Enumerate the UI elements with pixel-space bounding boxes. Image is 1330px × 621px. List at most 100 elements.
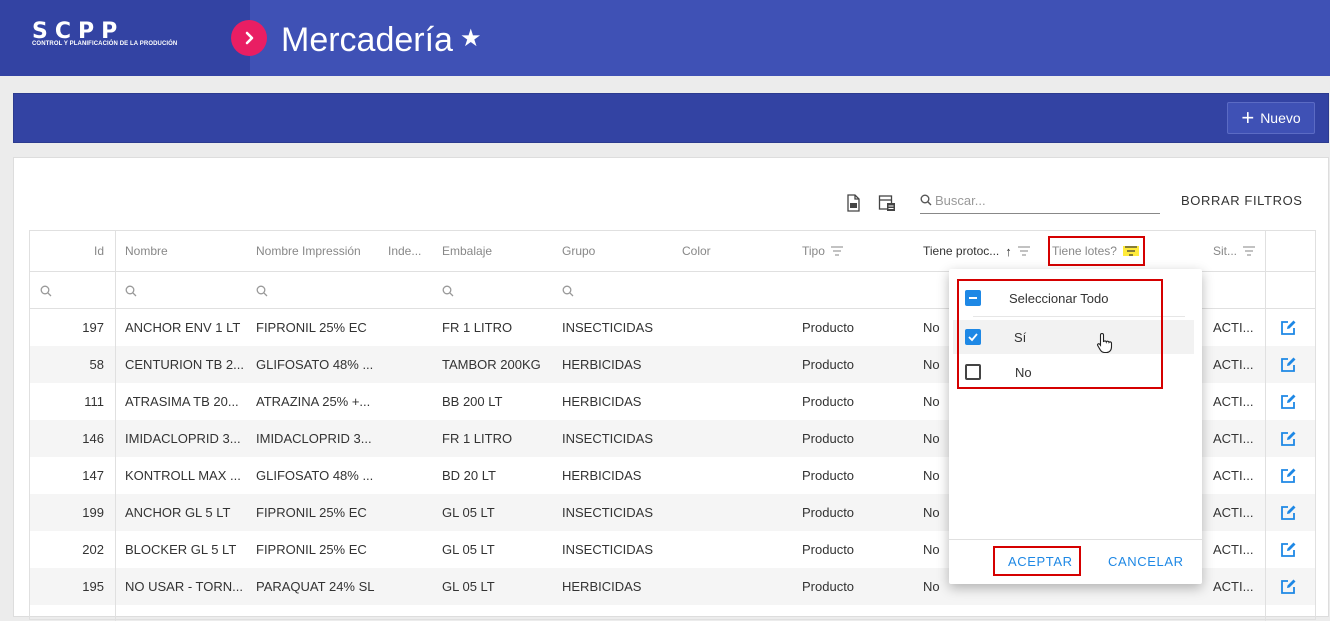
cell-tipo: Producto xyxy=(802,542,855,557)
cell-embalaje: GL 05 LT xyxy=(442,505,495,520)
cell-id: 197 xyxy=(82,320,104,335)
cell-impresion: FIPRONIL 25% EC xyxy=(256,505,367,520)
app-header: SCPP CONTROL Y PLANIFICACIÓN DE LA PRODU… xyxy=(0,0,1330,76)
search-input[interactable] xyxy=(935,193,1155,208)
new-button[interactable]: + Nuevo xyxy=(1227,102,1315,134)
edit-icon[interactable] xyxy=(1279,494,1301,531)
cell-situacion: ACTI... xyxy=(1213,394,1254,409)
col-header-tipo[interactable]: Tipo xyxy=(802,231,902,271)
filter-nombre-input[interactable] xyxy=(125,272,155,309)
column-divider xyxy=(1265,231,1266,621)
cell-situacion: ACTI... xyxy=(1213,320,1254,335)
cell-id: 202 xyxy=(82,542,104,557)
cell-embalaje: FR 1 LITRO xyxy=(442,431,513,446)
filter-icon[interactable] xyxy=(1017,246,1030,256)
cell-grupo: INSECTICIDAS xyxy=(562,320,654,335)
cell-id: 58 xyxy=(89,357,104,372)
cell-id: 147 xyxy=(82,468,104,483)
cell-grupo: HERBICIDAS xyxy=(562,468,642,483)
filter-id-input[interactable] xyxy=(40,272,70,309)
cell-embalaje: BB 200 LT xyxy=(442,394,503,409)
export-pdf-icon[interactable] xyxy=(844,194,862,212)
col-header-situacion[interactable]: Sit... xyxy=(1213,231,1261,271)
cell-id: 111 xyxy=(84,394,104,409)
col-label: Nombre Impressión xyxy=(256,244,361,258)
column-chooser-icon[interactable] xyxy=(878,194,896,212)
cell-situacion: ACTI... xyxy=(1213,357,1254,372)
edit-icon[interactable] xyxy=(1279,457,1301,494)
cell-impresion: PARAQUAT 24% SL xyxy=(256,579,375,594)
global-search[interactable] xyxy=(920,188,1160,214)
new-button-label: Nuevo xyxy=(1260,110,1301,126)
cell-situacion: ACTI... xyxy=(1213,431,1254,446)
cell-impresion: IMIDACLOPRID 3... xyxy=(256,431,372,446)
filter-grupo-input[interactable] xyxy=(562,272,592,309)
filter-impresion-input[interactable] xyxy=(256,272,286,309)
col-header-nombre-impresion[interactable]: Nombre Impressión xyxy=(256,231,376,271)
filter-popup: Seleccionar Todo Sí No ACEPTAR CANCELAR xyxy=(949,269,1202,584)
col-label: Grupo xyxy=(562,244,596,258)
cell-situacion: ACTI... xyxy=(1213,542,1254,557)
highlight-filter-header xyxy=(1048,236,1145,266)
cell-nombre: CENTURION TB 2... xyxy=(125,357,244,372)
cell-embalaje: BD 20 LT xyxy=(442,468,496,483)
col-header-indexado[interactable]: Inde... xyxy=(388,231,433,271)
cell-nombre: IMIDACLOPRID 3... xyxy=(125,431,241,446)
cell-tipo: Producto xyxy=(802,320,855,335)
highlight-options xyxy=(957,279,1163,389)
edit-icon[interactable] xyxy=(1279,568,1301,605)
chevron-right-icon xyxy=(245,31,254,45)
sort-ascending-icon: ↑ xyxy=(1005,243,1012,259)
edit-icon[interactable] xyxy=(1279,383,1301,420)
edit-icon[interactable] xyxy=(1279,420,1301,457)
favorite-star-icon[interactable]: ★ xyxy=(460,24,482,53)
cell-impresion: GLIFOSATO 48% ... xyxy=(256,468,374,483)
col-label: Embalaje xyxy=(442,244,493,258)
cell-embalaje: TAMBOR 200KG xyxy=(442,357,541,372)
cell-impresion: GLIFOSATO 48% ... xyxy=(256,357,374,372)
col-header-grupo[interactable]: Grupo xyxy=(562,231,662,271)
filter-embalaje-input[interactable] xyxy=(442,272,472,309)
cell-nombre: ATRASIMA TB 20... xyxy=(125,394,239,409)
cell-grupo: HERBICIDAS xyxy=(562,394,642,409)
cell-tipo: Producto xyxy=(802,468,855,483)
nav-toggle-button[interactable] xyxy=(231,20,267,56)
cell-situacion: ACTI... xyxy=(1213,579,1254,594)
cell-grupo: INSECTICIDAS xyxy=(562,505,654,520)
clear-filters-button[interactable]: BORRAR FILTROS xyxy=(1181,193,1303,208)
col-header-id[interactable]: Id xyxy=(30,231,104,271)
filter-icon[interactable] xyxy=(1243,246,1256,256)
logo: SCPP CONTROL Y PLANIFICACIÓN DE LA PRODU… xyxy=(0,0,250,76)
search-icon xyxy=(256,285,268,296)
edit-icon[interactable] xyxy=(1279,531,1301,568)
cell-id: 199 xyxy=(82,505,104,520)
cell-tipo: Producto xyxy=(802,579,855,594)
search-icon xyxy=(125,285,137,296)
col-header-tiene-protocolo[interactable]: Tiene protoc... ↑ xyxy=(923,231,1041,271)
col-header-color[interactable]: Color xyxy=(682,231,782,271)
col-label: Tipo xyxy=(802,244,825,258)
search-icon xyxy=(920,194,932,206)
cancel-button[interactable]: CANCELAR xyxy=(1108,554,1184,569)
action-toolbar: + Nuevo xyxy=(13,93,1329,143)
col-label: Tiene protoc... xyxy=(923,244,1000,258)
edit-icon[interactable] xyxy=(1279,346,1301,383)
search-icon xyxy=(442,285,454,296)
col-header-nombre[interactable]: Nombre xyxy=(125,231,245,271)
column-divider xyxy=(115,231,116,621)
filter-icon[interactable] xyxy=(830,246,843,256)
divider xyxy=(949,539,1202,540)
col-header-embalaje[interactable]: Embalaje xyxy=(442,231,542,271)
cell-tipo: Producto xyxy=(802,431,855,446)
cell-id: 195 xyxy=(82,579,104,594)
logo-subtitle: CONTROL Y PLANIFICACIÓN DE LA PRODUCIÓN xyxy=(32,41,178,47)
cell-embalaje: FR 1 LITRO xyxy=(442,320,513,335)
col-label: Color xyxy=(682,244,711,258)
cell-tipo: Producto xyxy=(802,357,855,372)
cell-embalaje: GL 05 LT xyxy=(442,579,495,594)
page-title: Mercadería xyxy=(281,21,453,59)
col-label: Inde... xyxy=(388,244,422,258)
edit-icon[interactable] xyxy=(1279,309,1301,346)
cell-tipo: Producto xyxy=(802,394,855,409)
cell-embalaje: GL 05 LT xyxy=(442,542,495,557)
